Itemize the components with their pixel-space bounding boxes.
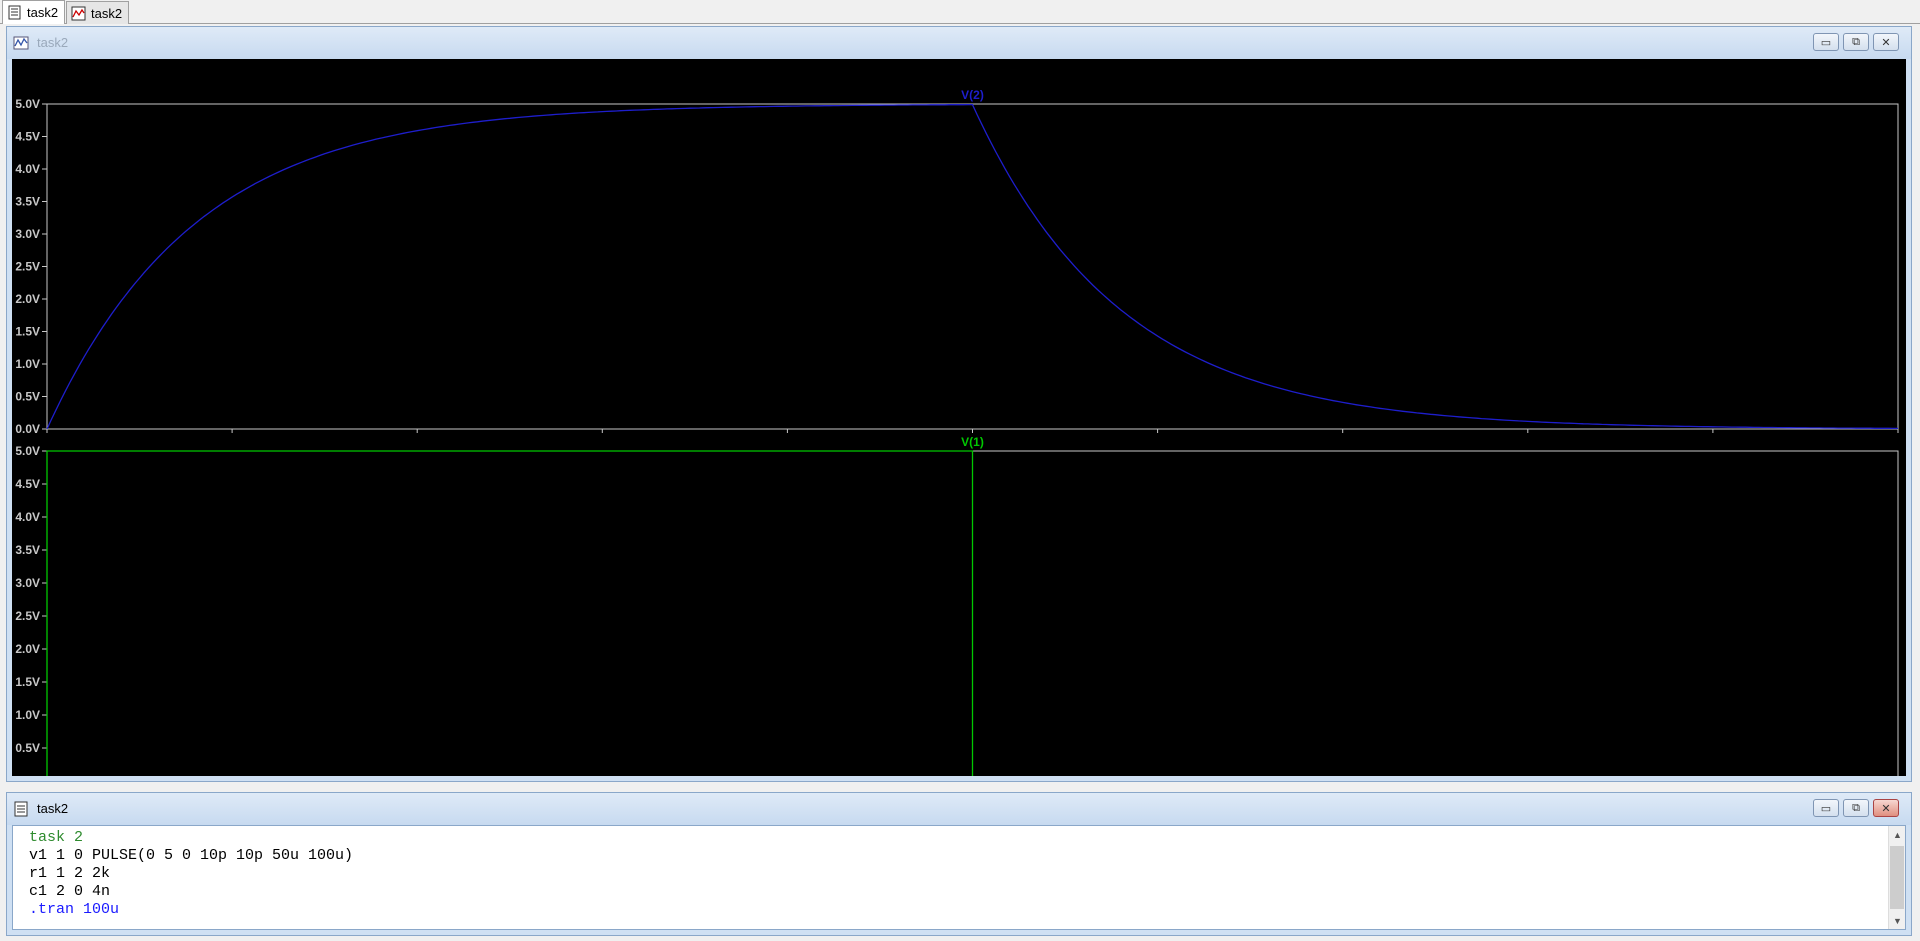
restore-icon: ⧉	[1852, 801, 1860, 814]
minimize-icon: ▭	[1820, 36, 1832, 49]
y-tick-label-v2: 1.5V	[15, 325, 40, 339]
netlist-window-titlebar[interactable]: task2 ▭ ⧉ ✕	[7, 793, 1911, 825]
plot-frame-v2	[46, 103, 1899, 430]
netlist-window-title: task2	[37, 801, 69, 816]
minimize-button[interactable]: ▭	[1813, 33, 1839, 51]
netlist-line[interactable]: .tran 100u	[29, 901, 119, 918]
trace-label-v2: V(2)	[961, 88, 984, 102]
close-button[interactable]: ✕	[1873, 33, 1899, 51]
tab-netlist-label: task2	[27, 5, 59, 20]
y-tick-label-v2: 5.0V	[15, 97, 40, 111]
trace-v2	[46, 103, 1898, 430]
waveform-plots[interactable]: 5.0V 4.5V 4.0V 3.5V 3.0V 2.5V 2.0V 1.5V 1.0V 0.5V…	[12, 59, 1906, 776]
netlist-scrollbar[interactable]: ▲ ▼	[1888, 826, 1905, 929]
y-tick-label-v1: 0.5V	[15, 741, 40, 755]
minimize-button[interactable]: ▭	[1813, 799, 1839, 817]
close-button[interactable]: ✕	[1873, 799, 1899, 817]
y-tick-label-v2: 4.0V	[15, 162, 40, 176]
waveform-window: task2 ▭ ⧉ ✕ 5.0V 4.5V 4.0V 3.5V 3.0V 2.5V 2.0V…	[6, 26, 1912, 782]
y-tick-label-v1: 2.0V	[15, 642, 40, 656]
scroll-up-icon[interactable]: ▲	[1889, 826, 1906, 843]
close-icon: ✕	[1881, 36, 1891, 49]
netlist-document-icon	[14, 801, 28, 817]
waveform-window-titlebar[interactable]: task2 ▭ ⧉ ✕	[7, 27, 1911, 59]
netlist-line[interactable]: r1 1 2 2k	[29, 865, 110, 882]
document-tab-strip: task2 task2	[0, 0, 1920, 24]
y-tick-label-v2: 2.0V	[15, 292, 40, 306]
trace-label-v1: V(1)	[961, 435, 984, 449]
y-tick-label-v2: 0.5V	[15, 390, 40, 404]
tab-netlist[interactable]: task2	[2, 0, 66, 24]
netlist-window: task2 ▭ ⧉ ✕ task 2 v1 1 0 PULSE(0 5 0 10…	[6, 792, 1912, 936]
close-icon: ✕	[1881, 802, 1891, 815]
restore-button[interactable]: ⧉	[1843, 799, 1869, 817]
tab-waveform-label: task2	[91, 5, 123, 21]
trace-v1	[46, 450, 974, 776]
scroll-down-icon[interactable]: ▼	[1889, 912, 1906, 929]
restore-icon: ⧉	[1852, 35, 1860, 48]
netlist-document-icon	[8, 5, 21, 20]
waveform-window-title: task2	[37, 35, 69, 50]
y-tick-label-v2: 4.5V	[15, 130, 40, 144]
y-tick-label-v2: 1.0V	[15, 357, 40, 371]
y-tick-label-v1: 3.5V	[15, 543, 40, 557]
scroll-thumb[interactable]	[1890, 846, 1904, 909]
y-tick-label-v1: 5.0V	[15, 444, 40, 458]
netlist-line[interactable]: v1 1 0 PULSE(0 5 0 10p 10p 50u 100u)	[29, 847, 353, 864]
y-tick-label-v1: 4.0V	[15, 510, 40, 524]
y-tick-label-v1: 3.0V	[15, 576, 40, 590]
plot-pane[interactable]: 5.0V 4.5V 4.0V 3.5V 3.0V 2.5V 2.0V 1.5V 1.0V 0.5V…	[12, 59, 1906, 776]
y-tick-label-v2: 3.0V	[15, 227, 40, 241]
y-tick-label-v1: 1.0V	[15, 708, 40, 722]
y-tick-label-v1: 1.5V	[15, 675, 40, 689]
y-tick-label-v2: 3.5V	[15, 195, 40, 209]
waveform-icon	[71, 6, 86, 20]
y-tick-label-v2: 0.0V	[15, 422, 40, 436]
waveform-icon	[13, 36, 29, 50]
y-tick-label-v1: 4.5V	[15, 477, 40, 491]
netlist-line[interactable]: task 2	[29, 829, 83, 846]
netlist-line[interactable]: c1 2 0 4n	[29, 883, 110, 900]
minimize-icon: ▭	[1820, 802, 1832, 815]
y-tick-label-v2: 2.5V	[15, 260, 40, 274]
tab-waveform[interactable]: task2	[66, 1, 130, 24]
y-tick-label-v1: 2.5V	[15, 609, 40, 623]
restore-button[interactable]: ⧉	[1843, 33, 1869, 51]
y-tick-label-v1: 0.0V	[15, 774, 40, 776]
netlist-editor[interactable]: task 2 v1 1 0 PULSE(0 5 0 10p 10p 50u 10…	[12, 825, 1906, 930]
